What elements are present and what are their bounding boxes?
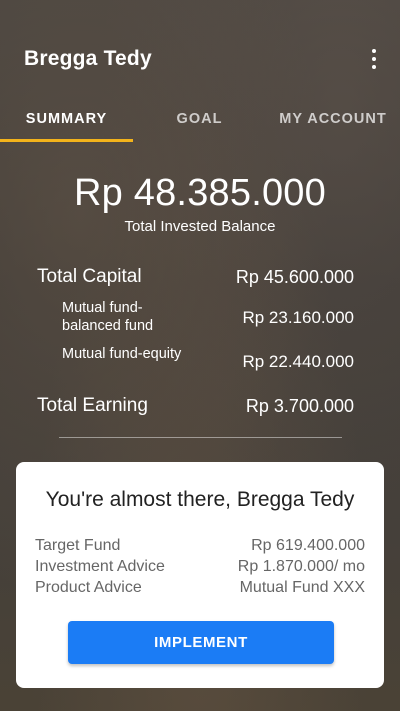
app-bar: Bregga Tedy <box>0 0 400 90</box>
tab-bar: SUMMARY GOAL MY ACCOUNT <box>0 96 400 144</box>
equity-fund-row: Mutual fund-equity Rp 22.440.000 <box>0 345 400 383</box>
active-tab-indicator <box>0 139 133 142</box>
total-earning-row: Total Earning Rp 3.700.000 <box>0 395 400 419</box>
equity-fund-value: Rp 22.440.000 <box>242 352 354 371</box>
divider <box>59 437 342 438</box>
page-title: Bregga Tedy <box>24 47 152 70</box>
implement-button[interactable]: IMPLEMENT <box>68 621 334 664</box>
balanced-fund-row: Mutual fund-balanced fund Rp 23.160.000 <box>0 299 400 337</box>
total-capital-label: Total Capital <box>37 266 142 287</box>
balanced-fund-label: Mutual fund-balanced fund <box>62 300 154 334</box>
total-balance-amount: Rp 48.385.000 <box>74 172 326 214</box>
target-fund-value: Rp 619.400.000 <box>251 537 365 554</box>
investment-advice-value: Rp 1.870.000/ mo <box>237 558 365 575</box>
tab-summary[interactable]: SUMMARY <box>0 96 133 141</box>
product-advice-row: Product Advice Mutual Fund XXX <box>35 579 365 600</box>
total-capital-value: Rp 45.600.000 <box>235 267 354 287</box>
more-vert-icon[interactable] <box>362 46 386 72</box>
total-balance-label: Total Invested Balance <box>124 218 276 235</box>
tab-my-account[interactable]: MY ACCOUNT <box>266 96 400 141</box>
total-capital-row: Total Capital Rp 45.600.000 <box>0 266 400 290</box>
target-fund-label: Target Fund <box>35 537 121 554</box>
tab-goal[interactable]: GOAL <box>133 96 266 141</box>
total-earning-label: Total Earning <box>37 395 148 416</box>
product-advice-label: Product Advice <box>35 579 142 596</box>
total-earning-value: Rp 3.700.000 <box>245 396 354 416</box>
goal-card: You're almost there, Bregga Tedy Target … <box>16 462 384 688</box>
target-fund-row: Target Fund Rp 619.400.000 <box>35 537 365 558</box>
investment-advice-label: Investment Advice <box>35 558 165 575</box>
balanced-fund-value: Rp 23.160.000 <box>242 308 354 327</box>
investment-advice-row: Investment Advice Rp 1.870.000/ mo <box>35 558 365 579</box>
card-title: You're almost there, Bregga Tedy <box>45 488 355 511</box>
equity-fund-label: Mutual fund-equity <box>62 346 182 362</box>
product-advice-value: Mutual Fund XXX <box>239 579 365 596</box>
